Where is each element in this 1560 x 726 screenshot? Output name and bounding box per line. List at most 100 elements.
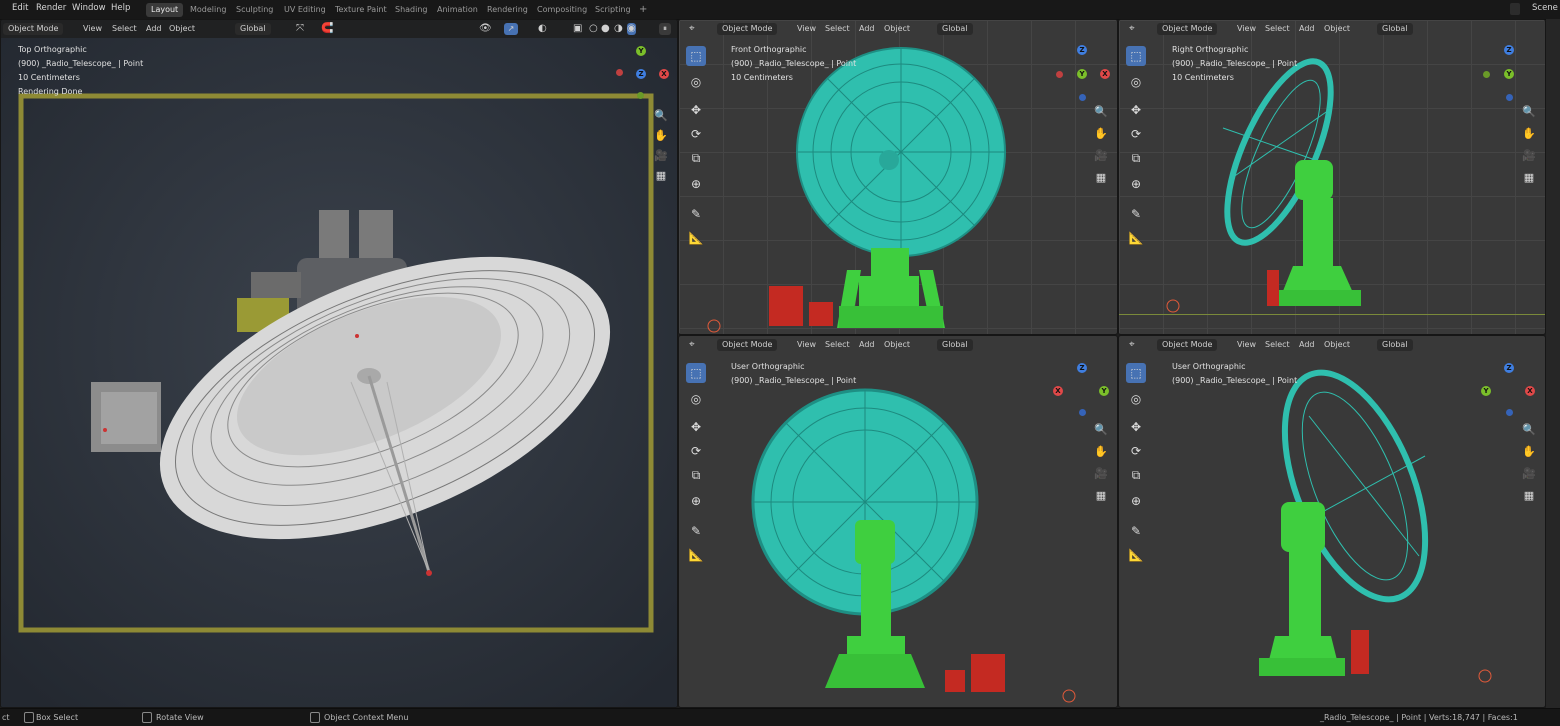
shading-wireframe-icon[interactable]: ○ — [589, 23, 598, 35]
select-menu[interactable]: Select — [1265, 23, 1290, 35]
cursor-tool[interactable]: ◎ — [1126, 72, 1146, 92]
rotate-tool[interactable]: ⟳ — [686, 441, 706, 461]
annotate-tool[interactable]: ✎ — [686, 521, 706, 541]
overlay-icon[interactable]: ◐ — [538, 23, 547, 35]
workspace-tab-compositing[interactable]: Compositing — [532, 3, 592, 17]
annotate-tool[interactable]: ✎ — [1126, 204, 1146, 224]
scale-tool[interactable]: ⧉ — [686, 148, 706, 168]
menu-window[interactable]: Window — [72, 3, 106, 13]
gizmo-y-axis[interactable]: Y — [1481, 386, 1491, 396]
camera-icon[interactable]: 🎥 — [1521, 148, 1537, 164]
viewport-front-orthographic[interactable]: ⌖ Object Mode View Select Add Object Glo… — [678, 19, 1118, 335]
move-tool[interactable]: ✥ — [1126, 417, 1146, 437]
gizmo-neg-z[interactable] — [1506, 94, 1513, 101]
add-menu[interactable]: Add — [1299, 339, 1315, 351]
select-menu[interactable]: Select — [825, 23, 850, 35]
view-menu[interactable]: View — [1237, 339, 1256, 351]
gizmo-x-axis[interactable]: X — [1525, 386, 1535, 396]
orientation-dropdown[interactable]: Global — [1377, 23, 1413, 35]
object-menu[interactable]: Object — [884, 23, 910, 35]
workspace-tab-scripting[interactable]: Scripting — [590, 3, 636, 17]
select-menu[interactable]: Select — [112, 23, 137, 35]
zoom-icon[interactable]: 🔍 — [1521, 104, 1537, 120]
rotate-tool[interactable]: ⟳ — [686, 124, 706, 144]
view-menu[interactable]: View — [797, 23, 816, 35]
object-menu[interactable]: Object — [1324, 339, 1350, 351]
scale-tool[interactable]: ⧉ — [686, 465, 706, 485]
gizmo-toggle-icon[interactable]: ↗ — [504, 23, 518, 35]
scale-tool[interactable]: ⧉ — [1126, 148, 1146, 168]
viewport-user-orthographic-2[interactable]: ⌖ Object Mode View Select Add Object Glo… — [1118, 335, 1546, 708]
select-menu[interactable]: Select — [1265, 339, 1290, 351]
gizmo-z-axis[interactable]: Z — [1077, 363, 1087, 373]
editor-type-icon[interactable]: ⌖ — [1129, 23, 1135, 35]
view-menu[interactable]: View — [797, 339, 816, 351]
select-box-tool[interactable]: ⬚ — [686, 46, 706, 66]
grid-toggle-icon[interactable]: ▦ — [1521, 488, 1537, 504]
shading-rendered-icon[interactable]: ◉ — [627, 23, 636, 35]
right-side-panel[interactable] — [1546, 19, 1560, 708]
transform-tool[interactable]: ⊕ — [686, 491, 706, 511]
workspace-tab-texture-paint[interactable]: Texture Paint — [330, 3, 392, 17]
rotate-tool[interactable]: ⟳ — [1126, 124, 1146, 144]
object-menu[interactable]: Object — [169, 23, 195, 35]
zoom-icon[interactable]: 🔍 — [1093, 104, 1109, 120]
measure-tool[interactable]: 📐 — [1126, 545, 1146, 565]
workspace-tab-layout[interactable]: Layout — [146, 3, 184, 17]
move-tool[interactable]: ✥ — [1126, 100, 1146, 120]
view-menu[interactable]: View — [83, 23, 102, 35]
object-menu[interactable]: Object — [884, 339, 910, 351]
orientation-dropdown[interactable]: Global — [235, 23, 271, 35]
measure-tool[interactable]: 📐 — [686, 545, 706, 565]
pan-hand-icon[interactable]: ✋ — [1093, 126, 1109, 142]
gizmo-x-axis[interactable]: X — [1100, 69, 1110, 79]
scene-icon[interactable] — [1510, 3, 1520, 15]
workspace-tab-modeling[interactable]: Modeling — [185, 3, 231, 17]
menu-help[interactable]: Help — [111, 3, 130, 13]
zoom-icon[interactable]: 🔍 — [1093, 422, 1109, 438]
select-box-tool[interactable]: ⬚ — [686, 363, 706, 383]
mode-dropdown[interactable]: Object Mode — [717, 339, 778, 351]
shading-solid-icon[interactable]: ● — [601, 23, 610, 35]
measure-tool[interactable]: 📐 — [1126, 228, 1146, 248]
shading-material-icon[interactable]: ◑ — [614, 23, 623, 35]
workspace-tab-animation[interactable]: Animation — [432, 3, 483, 17]
transform-tool[interactable]: ⊕ — [1126, 491, 1146, 511]
select-box-tool[interactable]: ⬚ — [1126, 46, 1146, 66]
gizmo-neg-x[interactable] — [1056, 71, 1063, 78]
gizmo-y-axis[interactable]: Y — [1077, 69, 1087, 79]
grid-toggle-icon[interactable]: ▦ — [1093, 170, 1109, 186]
mode-dropdown[interactable]: Object Mode — [1157, 339, 1218, 351]
workspace-tab-uv-editing[interactable]: UV Editing — [279, 3, 331, 17]
gizmo-z-axis[interactable]: Z — [1077, 45, 1087, 55]
gizmo-z-axis[interactable]: Z — [636, 69, 646, 79]
cursor-tool[interactable]: ◎ — [686, 389, 706, 409]
gizmo-neg-z[interactable] — [1506, 409, 1513, 416]
cursor-tool[interactable]: ◎ — [686, 72, 706, 92]
orientation-dropdown[interactable]: Global — [1377, 339, 1413, 351]
workspace-tab-sculpting[interactable]: Sculpting — [231, 3, 278, 17]
gizmo-y-axis[interactable]: Y — [1504, 69, 1514, 79]
viewport-top-orthographic[interactable]: Object Mode View Select Add Object Globa… — [0, 19, 678, 708]
transform-tool[interactable]: ⊕ — [686, 174, 706, 194]
pivot-icon[interactable]: ⤧ — [296, 23, 304, 35]
visibility-icon[interactable]: 👁 — [479, 23, 492, 35]
view-menu[interactable]: View — [1237, 23, 1256, 35]
grid-toggle-icon[interactable]: ▦ — [1521, 170, 1537, 186]
object-menu[interactable]: Object — [1324, 23, 1350, 35]
cursor-tool[interactable]: ◎ — [1126, 389, 1146, 409]
gizmo-neg-z[interactable] — [1079, 409, 1086, 416]
scale-tool[interactable]: ⧉ — [1126, 465, 1146, 485]
pause-render-button[interactable]: ⏸ — [659, 23, 671, 35]
workspace-tab-rendering[interactable]: Rendering — [482, 3, 533, 17]
add-menu[interactable]: Add — [146, 23, 162, 35]
mode-dropdown[interactable]: Object Mode — [717, 23, 778, 35]
editor-type-icon[interactable]: ⌖ — [689, 23, 695, 35]
gizmo-x-axis[interactable]: X — [659, 69, 669, 79]
camera-icon[interactable]: 🎥 — [1521, 466, 1537, 482]
zoom-icon[interactable]: 🔍 — [1521, 422, 1537, 438]
gizmo-neg-y[interactable] — [1483, 71, 1490, 78]
transform-tool[interactable]: ⊕ — [1126, 174, 1146, 194]
mode-dropdown[interactable]: Object Mode — [1157, 23, 1218, 35]
orientation-dropdown[interactable]: Global — [937, 339, 973, 351]
